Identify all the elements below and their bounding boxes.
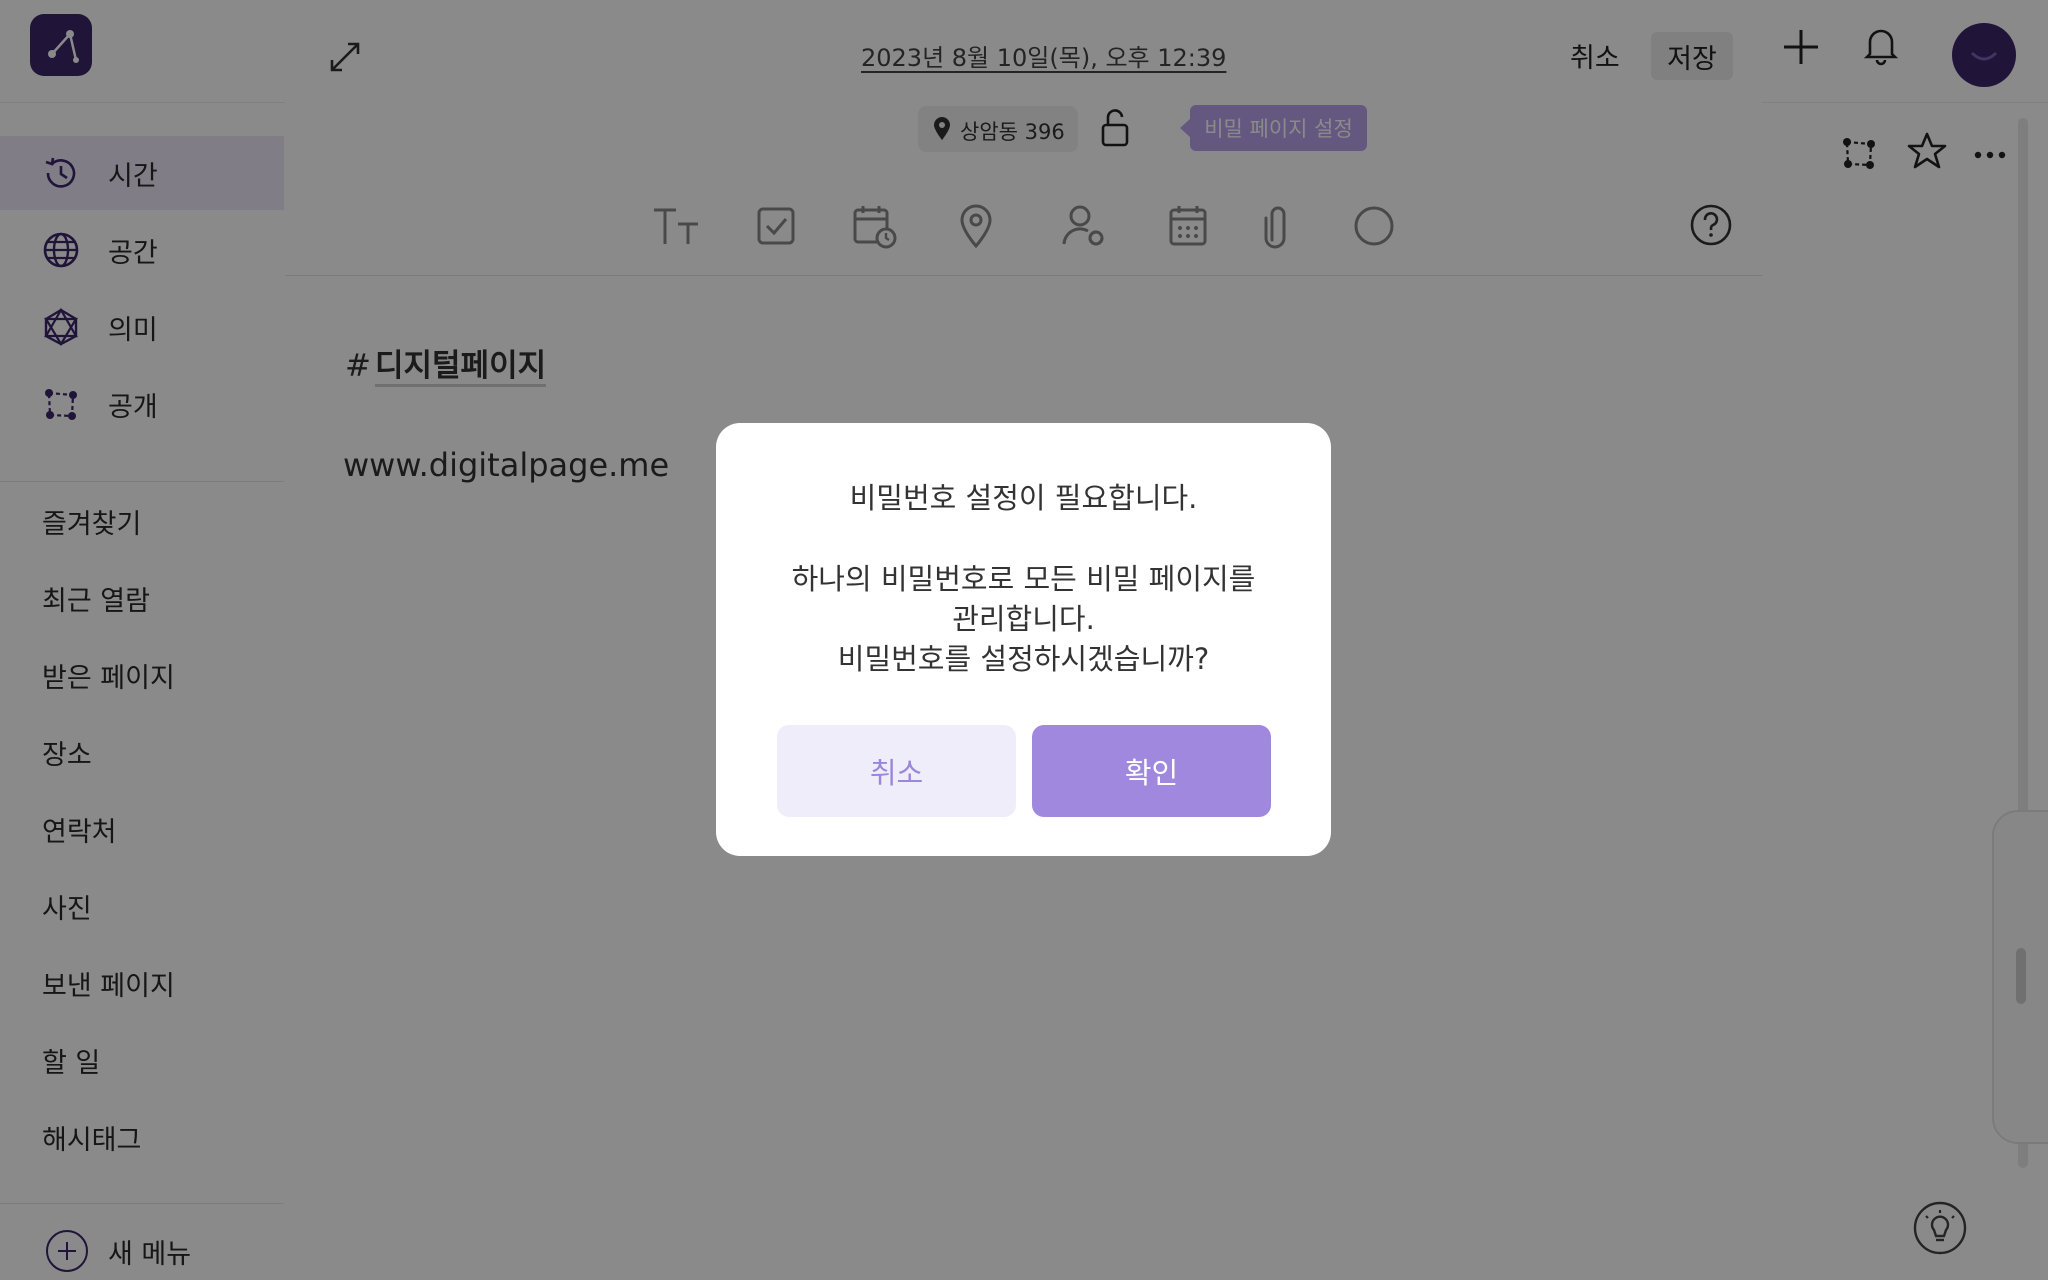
dialog-cancel-button[interactable]: 취소 [777,725,1016,817]
dialog-confirm-button[interactable]: 확인 [1032,725,1271,817]
dialog-title: 비밀번호 설정이 필요합니다. [849,481,1198,515]
password-dialog: 비밀번호 설정이 필요합니다. 하나의 비밀번호로 모든 비밀 페이지를 관리합… [716,423,1331,856]
dialog-message-line: 관리합니다. [952,602,1095,636]
dialog-message-line: 비밀번호를 설정하시겠습니까? [837,642,1210,676]
dialog-message-line: 하나의 비밀번호로 모든 비밀 페이지를 [791,562,1256,596]
